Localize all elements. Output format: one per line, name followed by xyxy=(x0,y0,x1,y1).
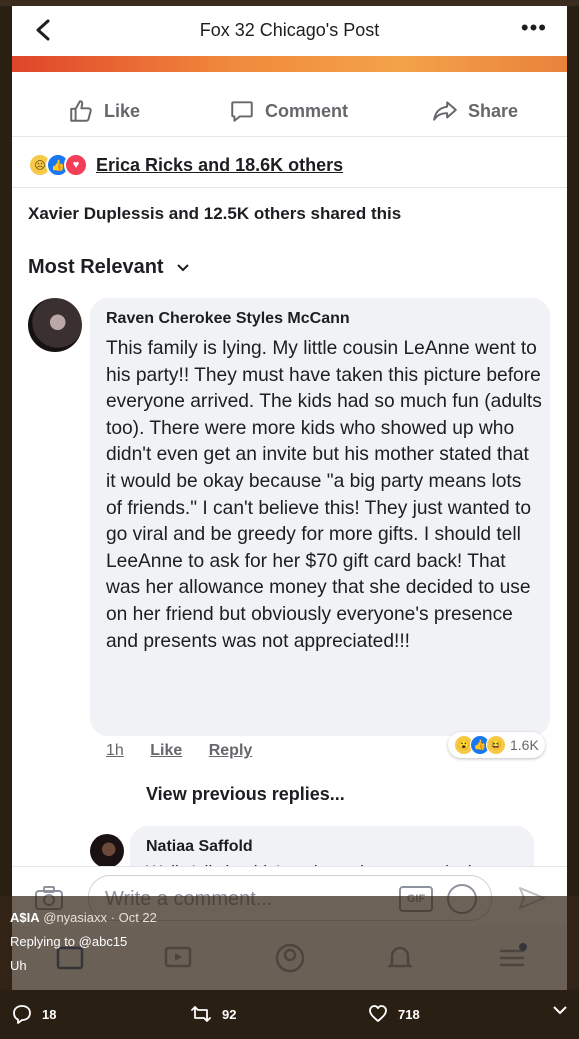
reaction-count: 1.6K xyxy=(510,737,539,753)
reply-count: 18 xyxy=(42,1006,57,1022)
divider xyxy=(12,187,567,188)
sort-label: Most Relevant xyxy=(28,256,164,278)
comment-time[interactable]: 1h xyxy=(106,742,124,759)
more-options-icon[interactable]: ••• xyxy=(521,17,547,39)
comment-text: This family is lying. My little cousin L… xyxy=(106,338,542,652)
tweet-author-name[interactable]: A$IA xyxy=(10,910,40,925)
share-tweet-button[interactable] xyxy=(552,1004,578,1016)
like-label: Like xyxy=(104,100,141,121)
reply-author[interactable]: Natiaa Saffold xyxy=(146,838,253,856)
heart-icon xyxy=(369,1005,387,1022)
comment-button[interactable]: Comment xyxy=(229,98,348,124)
tweet-author-line: A$IA @nyasiaxx · Oct 22 xyxy=(10,910,157,925)
comment-like-link[interactable]: Like xyxy=(150,742,182,759)
comment-author[interactable]: Raven Cherokee Styles McCann xyxy=(106,310,350,328)
reactions-summary[interactable]: ☹ 👍 ♥ Erica Ricks and 18.6K others xyxy=(28,151,343,179)
page-title: Fox 32 Chicago's Post xyxy=(199,20,380,40)
comment-reply-link[interactable]: Reply xyxy=(209,742,253,759)
haha-reaction-icon: 😆 xyxy=(486,735,506,755)
chevron-down-icon xyxy=(176,263,189,271)
post-actions: Like Comment Share xyxy=(12,86,567,137)
view-previous-replies-link[interactable]: View previous replies... xyxy=(146,784,345,805)
tweet-author-handle[interactable]: @nyasiaxx xyxy=(43,910,107,925)
replying-prefix: Replying to xyxy=(10,934,76,949)
tweet-text: Uh xyxy=(10,958,27,973)
facebook-screenshot: Fox 32 Chicago's Post ••• Like Comment S… xyxy=(12,6,567,990)
tweet-date[interactable]: · Oct 22 xyxy=(111,910,157,925)
like-button[interactable]: Like xyxy=(68,98,140,124)
shares-text[interactable]: Xavier Duplessis and 12.5K others shared… xyxy=(28,204,401,224)
reactors-link[interactable]: Erica Ricks and 18.6K others xyxy=(96,155,343,176)
retweet-button[interactable]: 92 xyxy=(190,1004,236,1024)
love-reaction-icon: ♥ xyxy=(64,153,88,177)
tweet-action-bar: 18 92 718 xyxy=(0,990,579,1039)
share-button[interactable]: Share xyxy=(432,98,518,124)
comment-bubble: Raven Cherokee Styles McCann This family… xyxy=(90,298,550,736)
like-tweet-button[interactable]: 718 xyxy=(368,1004,420,1024)
comment-icon xyxy=(231,101,253,122)
like-count: 718 xyxy=(398,1006,420,1022)
avatar[interactable] xyxy=(28,298,82,352)
sort-dropdown[interactable]: Most Relevant xyxy=(28,256,190,279)
comment-reaction-badge[interactable]: 😮 👍 😆 1.6K xyxy=(448,732,545,758)
retweet-count: 92 xyxy=(222,1006,237,1022)
replying-to-handle[interactable]: @abc15 xyxy=(79,934,128,949)
retweet-icon xyxy=(191,1006,211,1022)
reply-button[interactable]: 18 xyxy=(12,1004,56,1024)
post-image-edge xyxy=(12,56,567,72)
tweet-replying-to: Replying to @abc15 xyxy=(10,934,127,949)
share-label: Share xyxy=(468,100,519,121)
share-icon xyxy=(433,101,457,121)
thumbs-up-icon xyxy=(70,100,92,122)
comment-label: Comment xyxy=(265,100,349,121)
chevron-down-icon xyxy=(553,1006,567,1015)
reply-icon xyxy=(13,1005,31,1024)
post-header: Fox 32 Chicago's Post ••• xyxy=(12,6,567,56)
comment-meta: 1h Like Reply xyxy=(106,742,274,760)
avatar[interactable] xyxy=(90,834,124,868)
